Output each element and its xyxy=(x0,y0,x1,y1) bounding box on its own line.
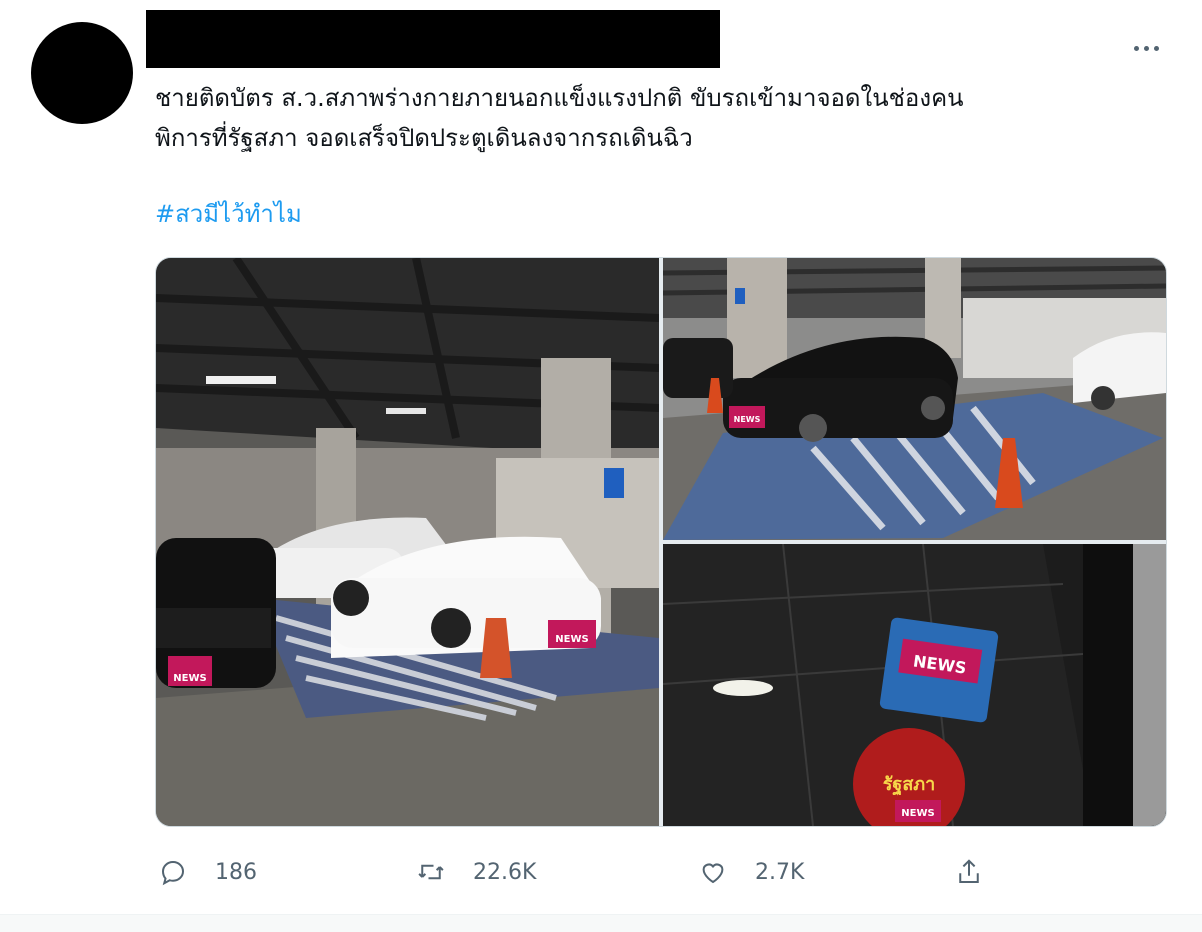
like-icon xyxy=(695,854,731,890)
reply-count: 186 xyxy=(215,859,257,885)
breaking-news-badge: NEWS xyxy=(173,673,206,684)
share-icon xyxy=(951,854,987,890)
share-button[interactable] xyxy=(951,848,987,896)
tweet-actions: 186 22.6K 2.7K xyxy=(155,848,1015,896)
svg-text:รัฐสภา: รัฐสภา xyxy=(883,774,936,796)
photo-black-sedan[interactable]: NEWS xyxy=(663,258,1166,540)
retweet-count: 22.6K xyxy=(473,859,537,885)
photo-parking-garage[interactable]: NEWS NEWS xyxy=(156,258,659,826)
redacted-username xyxy=(146,10,720,68)
hashtag-link[interactable]: #สวมีไว้ทำไม xyxy=(155,194,302,234)
reply-button[interactable]: 186 xyxy=(155,848,257,896)
media-grid: NEWS NEWS NEWS NEWS รัฐสภา NEWS xyxy=(155,257,1167,827)
photo-windshield-stickers[interactable]: NEWS รัฐสภา NEWS xyxy=(663,544,1166,826)
bottom-strip xyxy=(0,915,1202,932)
tweet-text-line2: พิการที่รัฐสภา จอดเสร็จปิดประตูเดินลงจาก… xyxy=(155,124,693,152)
tweet-text-line1: ชายติดบัตร ส.ว.สภาพร่างกายภายนอกแข็งแรงป… xyxy=(155,84,964,112)
reply-icon xyxy=(155,854,191,890)
retweet-button[interactable]: 22.6K xyxy=(413,848,536,896)
tweet-text: ชายติดบัตร ส.ว.สภาพร่างกายภายนอกแข็งแรงป… xyxy=(155,78,1135,158)
svg-text:NEWS: NEWS xyxy=(734,415,761,424)
svg-text:NEWS: NEWS xyxy=(901,808,934,819)
like-count: 2.7K xyxy=(755,859,805,885)
like-button[interactable]: 2.7K xyxy=(695,848,804,896)
more-options-icon[interactable] xyxy=(1128,36,1164,60)
svg-text:NEWS: NEWS xyxy=(555,634,588,645)
avatar[interactable] xyxy=(31,22,133,124)
retweet-icon xyxy=(413,854,449,890)
